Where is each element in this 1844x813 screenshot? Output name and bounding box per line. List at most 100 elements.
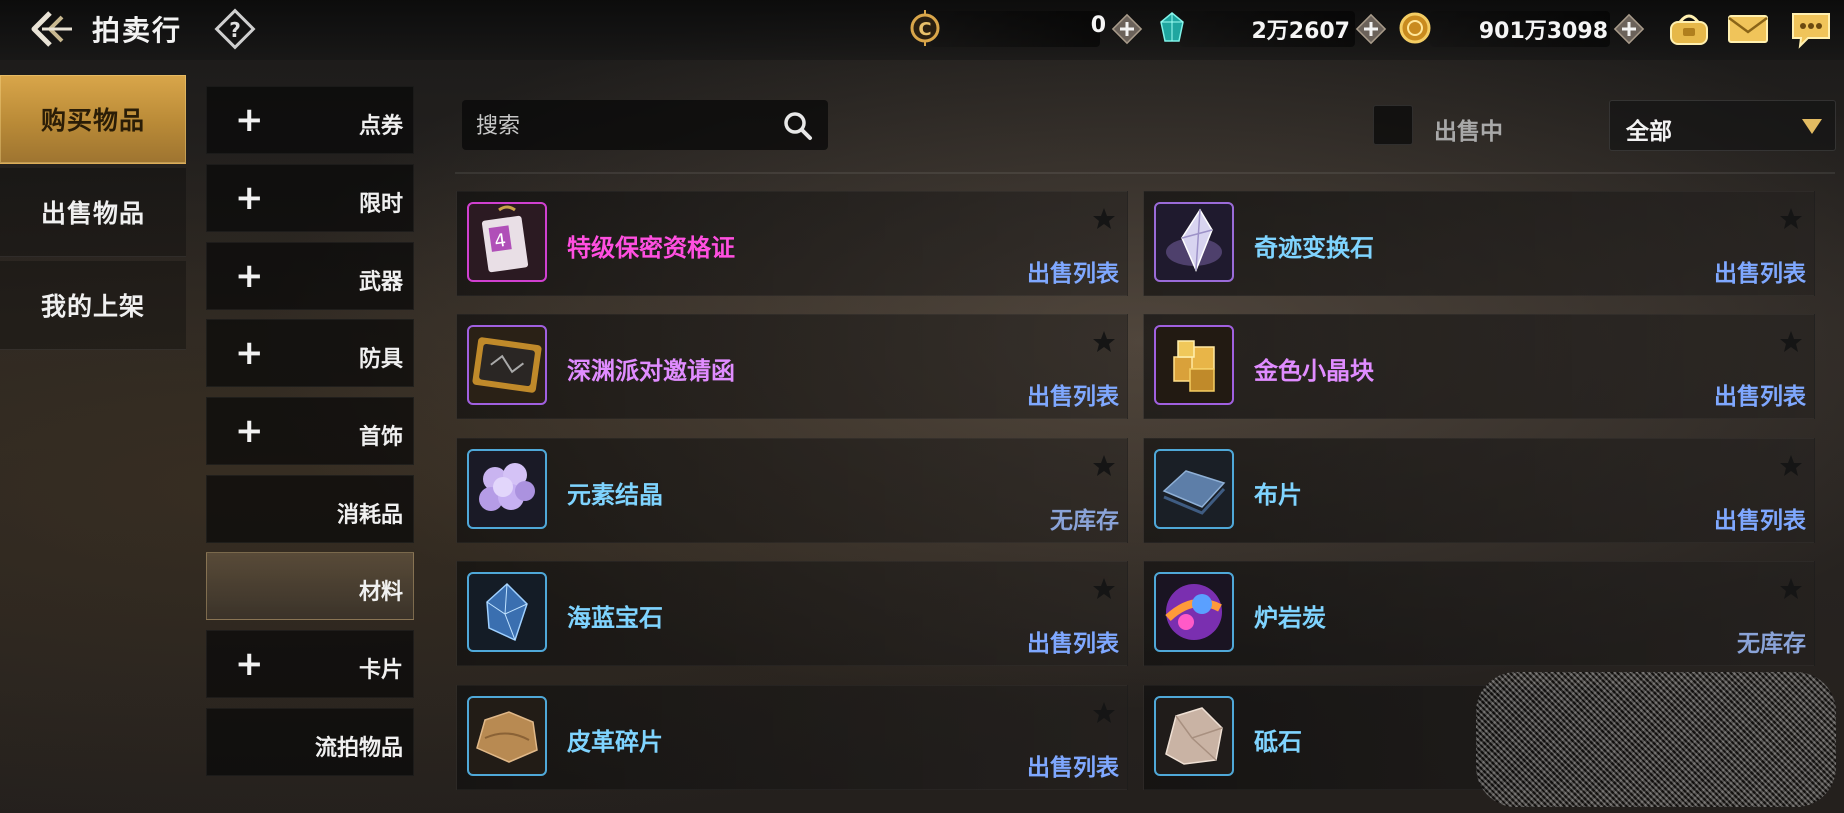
category-coupon[interactable]: + 点券 <box>206 86 414 154</box>
whetstone-icon <box>1154 696 1234 776</box>
expand-plus-icon: + <box>235 256 264 296</box>
help-icon: ? <box>214 8 256 50</box>
favorite-star-icon[interactable] <box>1778 576 1804 602</box>
category-label: 武器 <box>358 270 403 295</box>
item-name: 海蓝宝石 <box>567 604 663 632</box>
coin-purse-button[interactable] <box>1666 8 1712 50</box>
item-card[interactable]: 炉岩炭 无库存 <box>1143 561 1815 666</box>
favorite-star-icon[interactable] <box>1778 206 1804 232</box>
favorite-star-icon[interactable] <box>1091 576 1117 602</box>
category-label: 点券 <box>358 114 403 139</box>
search-box <box>462 100 828 152</box>
item-status: 出售列表 <box>1027 384 1119 410</box>
item-status: 出售列表 <box>1027 261 1119 287</box>
dropdown-arrow-icon <box>1802 119 1822 134</box>
category-label: 卡片 <box>358 658 403 683</box>
secret-pass-icon: 4 <box>467 202 547 282</box>
crystal-stone-icon <box>1154 202 1234 282</box>
category-label: 流拍物品 <box>314 736 403 761</box>
add-gold-button[interactable] <box>1612 12 1646 46</box>
item-name: 炉岩炭 <box>1254 604 1326 632</box>
category-card[interactable]: + 卡片 <box>206 630 414 698</box>
item-status: 无库存 <box>1050 508 1119 534</box>
chat-icon <box>1792 13 1830 49</box>
add-coupon-button[interactable] <box>1110 12 1144 46</box>
favorite-star-icon[interactable] <box>1778 329 1804 355</box>
item-status: 出售列表 <box>1027 631 1119 657</box>
expand-plus-icon: + <box>235 178 264 218</box>
category-accessory[interactable]: + 首饰 <box>206 397 414 465</box>
item-name: 元素结晶 <box>567 481 663 509</box>
favorite-star-icon[interactable] <box>1091 329 1117 355</box>
item-name: 金色小晶块 <box>1254 357 1374 385</box>
item-card[interactable]: 海蓝宝石 出售列表 <box>456 561 1128 666</box>
category-label: 防具 <box>358 347 403 372</box>
crystal-value: 2万2607 <box>1251 19 1350 44</box>
mail-icon <box>1728 15 1768 43</box>
gold-cubes-icon <box>1154 325 1234 405</box>
cloth-icon <box>1154 449 1234 529</box>
expand-plus-icon: + <box>235 411 264 451</box>
category-unsold[interactable]: 流拍物品 <box>206 708 414 776</box>
expand-plus-icon: + <box>235 333 264 373</box>
search-icon[interactable] <box>782 110 814 142</box>
purse-icon <box>1670 14 1708 45</box>
coupon-c-icon: C <box>905 8 945 48</box>
search-input[interactable] <box>474 100 778 152</box>
tab-buy-items[interactable]: 购买物品 <box>0 75 186 164</box>
item-card[interactable]: 皮革碎片 出售列表 <box>456 685 1128 790</box>
element-crystal-icon <box>467 449 547 529</box>
tab-my-listings[interactable]: 我的上架 <box>0 261 186 350</box>
expand-plus-icon: + <box>235 100 264 140</box>
aquamarine-icon <box>467 572 547 652</box>
filter-dropdown[interactable]: 全部 <box>1609 100 1836 151</box>
item-status: 出售列表 <box>1714 261 1806 287</box>
favorite-star-icon[interactable] <box>1091 206 1117 232</box>
expand-plus-icon: + <box>235 644 264 684</box>
item-card[interactable]: 奇迹变换石 出售列表 <box>1143 191 1815 296</box>
svg-text:?: ? <box>229 18 241 42</box>
category-consumable[interactable]: 消耗品 <box>206 475 414 543</box>
chat-button[interactable] <box>1788 8 1834 50</box>
favorite-star-icon[interactable] <box>1091 700 1117 726</box>
help-button[interactable]: ? <box>213 7 257 51</box>
category-armor[interactable]: + 防具 <box>206 319 414 387</box>
svg-text:C: C <box>918 19 931 40</box>
favorite-star-icon[interactable] <box>1091 453 1117 479</box>
category-label: 限时 <box>358 192 403 217</box>
item-status: 出售列表 <box>1714 508 1806 534</box>
favorite-star-icon[interactable] <box>1778 453 1804 479</box>
item-status: 出售列表 <box>1714 384 1806 410</box>
divider <box>455 172 1835 174</box>
item-card[interactable]: 金色小晶块 出售列表 <box>1143 314 1815 419</box>
item-card[interactable]: 4 特级保密资格证 出售列表 <box>456 191 1128 296</box>
leather-icon <box>467 696 547 776</box>
selling-only-checkbox[interactable] <box>1373 105 1413 145</box>
item-name: 砥石 <box>1254 728 1302 756</box>
category-label: 消耗品 <box>336 503 403 528</box>
item-status: 出售列表 <box>1027 755 1119 781</box>
mail-button[interactable] <box>1725 8 1771 50</box>
category-material[interactable]: 材料 <box>206 552 414 620</box>
item-card[interactable]: 元素结晶 无库存 <box>456 438 1128 543</box>
add-crystal-button[interactable] <box>1354 12 1388 46</box>
item-card[interactable]: 深渊派对邀请函 出售列表 <box>456 314 1128 419</box>
back-arrow-icon <box>31 11 72 47</box>
category-label: 材料 <box>358 580 403 605</box>
coupon-value: 0 <box>1090 13 1106 38</box>
tab-sell-items[interactable]: 出售物品 <box>0 168 186 257</box>
item-name: 皮革碎片 <box>567 728 663 756</box>
crystal-icon <box>1152 8 1192 48</box>
watermark-overlay <box>1476 672 1836 807</box>
invitation-card-icon <box>467 325 547 405</box>
category-weapon[interactable]: + 武器 <box>206 242 414 310</box>
item-status: 无库存 <box>1737 631 1806 657</box>
gold-value: 901万3098 <box>1478 19 1608 44</box>
item-name: 奇迹变换石 <box>1254 234 1374 262</box>
top-bar: 拍卖行 ? C 0 2万2607 901万3098 <box>0 0 1844 60</box>
back-button[interactable] <box>22 4 82 54</box>
item-card[interactable]: 布片 出售列表 <box>1143 438 1815 543</box>
item-name: 特级保密资格证 <box>567 234 735 262</box>
item-name: 深渊派对邀请函 <box>567 357 735 385</box>
category-limited[interactable]: + 限时 <box>206 164 414 232</box>
